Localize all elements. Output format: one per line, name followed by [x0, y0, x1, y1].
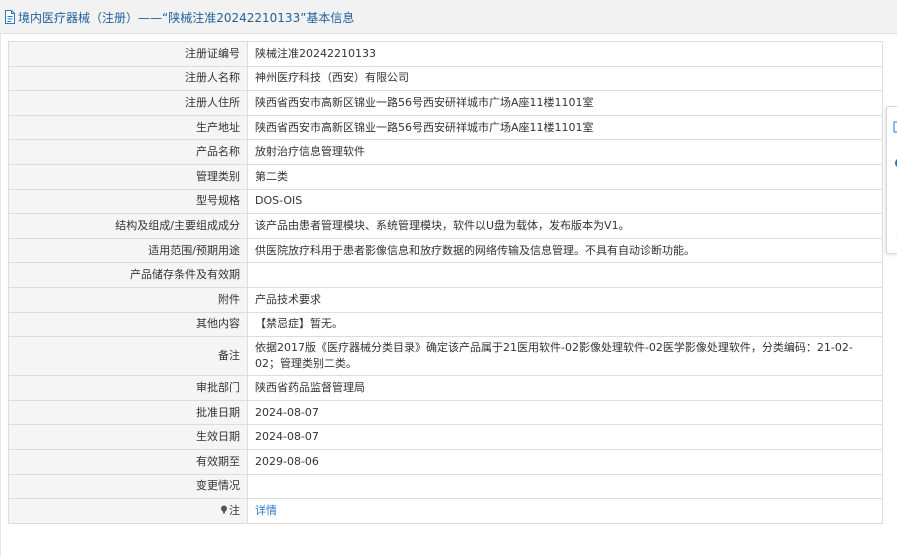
note-label: 注 — [229, 503, 240, 517]
share-icon — [891, 195, 897, 207]
field-value: 神州医疗科技（西安）有限公司 — [247, 65, 883, 92]
table-row: 产品名称 放射治疗信息管理软件 — [8, 139, 883, 165]
circle-icon — [895, 159, 897, 167]
field-label: 生产地址 — [8, 114, 248, 141]
field-label: 型号规格 — [8, 188, 248, 215]
table-row: 其他内容 【禁忌症】暂无。 — [8, 311, 883, 338]
field-value: 依据2017版《医疗器械分类目录》确定该产品属于21医用软件-02影像处理软件-… — [247, 336, 883, 377]
table-row: 生产地址 陕西省西安市高新区锦业一路56号西安研祥城市广场A座11楼1101室 — [8, 114, 883, 141]
field-label: 产品储存条件及有效期 — [8, 262, 248, 288]
page-title: 境内医疗器械（注册）——“陕械注准20242210133”基本信息 — [4, 9, 354, 25]
field-value: 陕西省西安市高新区锦业一路56号西安研祥城市广场A座11楼1101室 — [247, 114, 883, 141]
note-value-cell: 详情 — [247, 498, 883, 524]
field-value: 陕械注准20242210133 — [247, 41, 883, 67]
field-value: 第二类 — [247, 163, 883, 190]
field-label: 备注 — [8, 336, 248, 377]
details-link[interactable]: 详情 — [255, 504, 277, 517]
field-value: 供医院放疗科用于患者影像信息和放疗数据的网络传输及信息管理。不具有自动诊断功能。 — [247, 237, 883, 264]
field-label: 注册证编号 — [8, 41, 248, 67]
field-value: 2029-08-06 — [247, 448, 883, 475]
table-row: 产品储存条件及有效期 — [8, 262, 883, 288]
side-toolbar-share-button[interactable] — [891, 195, 897, 207]
side-toolbar-top-button[interactable] — [891, 231, 897, 243]
table-row: 结构及组成/主要组成成分 该产品由患者管理模块、系统管理模块，软件以U盘为载体，发… — [8, 213, 883, 239]
field-label: 有效期至 — [8, 448, 248, 475]
table-row-note: 注 详情 — [8, 498, 883, 524]
field-label: 变更情况 — [8, 473, 248, 500]
field-value: 放射治疗信息管理软件 — [247, 139, 883, 165]
field-value: DOS-OIS — [247, 188, 883, 215]
field-label: 审批部门 — [8, 375, 248, 401]
table-row: 生效日期 2024-08-07 — [8, 424, 883, 450]
field-value: 2024-08-07 — [247, 424, 883, 450]
field-value: 该产品由患者管理模块、系统管理模块，软件以U盘为载体，发布版本为V1。 — [247, 213, 883, 239]
document-icon — [893, 121, 897, 133]
table-row: 审批部门 陕西省药品监督管理局 — [8, 375, 883, 401]
table-row: 管理类别 第二类 — [8, 163, 883, 190]
table-row: 有效期至 2029-08-06 — [8, 448, 883, 475]
field-label: 管理类别 — [8, 163, 248, 190]
table-row: 备注 依据2017版《医疗器械分类目录》确定该产品属于21医用软件-02影像处理软… — [8, 336, 883, 377]
table-row: 附件 产品技术要求 — [8, 286, 883, 313]
field-label: 附件 — [8, 286, 248, 313]
side-toolbar-info-button[interactable] — [891, 157, 897, 169]
info-table: 注册证编号 陕械注准20242210133 注册人名称 神州医疗科技（西安）有限公司注… — [8, 41, 883, 524]
table-row: 批准日期 2024-08-07 — [8, 399, 883, 426]
page-title-text: 境内医疗器械（注册）——“陕械注准20242210133”基本信息 — [18, 10, 355, 25]
field-value: 陕西省西安市高新区锦业一路56号西安研祥城市广场A座11楼1101室 — [247, 90, 883, 116]
field-label: 产品名称 — [8, 139, 248, 165]
table-row: 变更情况 — [8, 473, 883, 500]
field-value: 产品技术要求 — [247, 286, 883, 313]
field-value — [247, 473, 883, 500]
table-row: 注册证编号 陕械注准20242210133 — [8, 41, 883, 67]
table-row: 注册人名称 神州医疗科技（西安）有限公司 — [8, 65, 883, 92]
field-value: 陕西省药品监督管理局 — [247, 375, 883, 401]
page-header: 境内医疗器械（注册）——“陕械注准20242210133”基本信息 — [0, 0, 897, 34]
field-label: 注册人住所 — [8, 90, 248, 116]
arrow-icon — [896, 234, 897, 235]
side-toolbar-doc-button[interactable] — [891, 121, 897, 133]
table-row: 适用范围/预期用途 供医院放疗科用于患者影像信息和放疗数据的网络传输及信息管理。不… — [8, 237, 883, 264]
table-row: 型号规格 DOS-OIS — [8, 188, 883, 215]
field-label: 注册人名称 — [8, 65, 248, 92]
floating-side-toolbar — [886, 106, 897, 254]
field-label: 生效日期 — [8, 424, 248, 450]
field-value: 【禁忌症】暂无。 — [247, 311, 883, 338]
note-label-cell: 注 — [8, 498, 248, 524]
field-label: 批准日期 — [8, 399, 248, 426]
pin-icon — [221, 505, 227, 515]
table-row: 注册人住所 陕西省西安市高新区锦业一路56号西安研祥城市广场A座11楼1101室 — [8, 90, 883, 116]
field-value: 2024-08-07 — [247, 399, 883, 426]
field-label: 结构及组成/主要组成成分 — [8, 213, 248, 239]
field-label: 适用范围/预期用途 — [8, 237, 248, 264]
field-label: 其他内容 — [8, 311, 248, 338]
field-value — [247, 262, 883, 288]
document-icon — [5, 10, 15, 24]
